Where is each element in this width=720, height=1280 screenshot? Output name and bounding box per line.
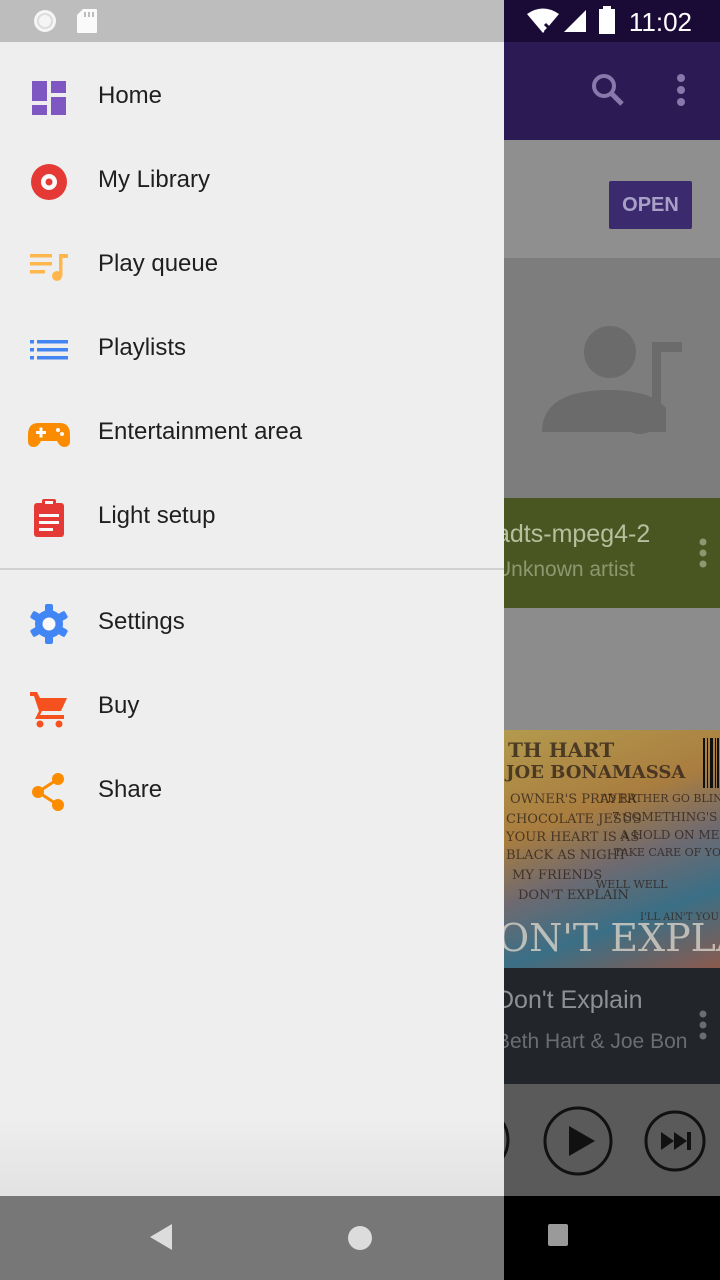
share-icon xyxy=(32,773,64,811)
play-button[interactable] xyxy=(543,1106,613,1176)
sd-card-icon xyxy=(77,9,97,33)
sync-notification-icon xyxy=(34,10,56,32)
skip-next-button[interactable] xyxy=(644,1110,706,1172)
navigation-drawer: Home My Library Play queue Playlists Ent… xyxy=(0,42,504,1196)
battery-icon xyxy=(599,6,615,34)
vinyl-record-icon xyxy=(31,164,67,200)
drawer-item-label: Settings xyxy=(98,608,185,635)
drawer-item-label: Share xyxy=(98,776,163,803)
drawer-item-play-queue[interactable]: Play queue xyxy=(0,224,504,308)
drawer-item-entertainment-area[interactable]: Entertainment area xyxy=(0,392,504,476)
drawer-item-label: Play queue xyxy=(98,250,219,277)
drawer-item-share[interactable]: Share xyxy=(0,750,504,834)
drawer-item-my-library[interactable]: My Library xyxy=(0,140,504,224)
open-button[interactable]: OPEN xyxy=(609,181,692,229)
drawer-bottom-fade xyxy=(0,1116,504,1196)
cell-signal-icon xyxy=(564,10,586,32)
track-title: adts-mpeg4-2 xyxy=(496,520,651,548)
back-button[interactable] xyxy=(148,1222,174,1252)
drawer-item-label: Playlists xyxy=(98,334,187,361)
drawer-item-label: Light setup xyxy=(98,502,216,529)
artist-music-icon xyxy=(542,326,682,434)
dashboard-icon xyxy=(32,81,66,115)
more-vert-icon[interactable] xyxy=(672,72,690,108)
drawer-divider xyxy=(0,568,504,570)
search-icon[interactable] xyxy=(590,72,626,108)
track-more-icon[interactable] xyxy=(698,1010,708,1040)
drawer-item-playlists[interactable]: Playlists xyxy=(0,308,504,392)
drawer-item-label: Entertainment area xyxy=(98,418,303,445)
drawer-status-scrim xyxy=(0,0,504,42)
album-artwork[interactable]: TH HART JOE BONAMASSA OWNER'S PRAYER I'D… xyxy=(504,730,720,968)
queue-music-icon xyxy=(30,254,68,281)
cart-icon xyxy=(30,692,67,728)
drawer-item-label: My Library xyxy=(98,166,211,193)
drawer-item-settings[interactable]: Settings xyxy=(0,582,504,666)
drawer-item-label: Home xyxy=(98,82,163,109)
drawer-item-home[interactable]: Home xyxy=(0,56,504,140)
drawer-item-buy[interactable]: Buy xyxy=(0,666,504,750)
wifi-icon xyxy=(527,8,559,34)
recents-button[interactable] xyxy=(546,1222,570,1248)
gear-icon xyxy=(30,604,68,644)
track-artist: Unknown artist xyxy=(496,558,635,581)
clipboard-icon xyxy=(34,499,64,537)
track-artist: Beth Hart & Joe Bon xyxy=(496,1030,688,1053)
gamepad-icon xyxy=(28,423,70,447)
drawer-item-light-setup[interactable]: Light setup xyxy=(0,476,504,560)
home-button[interactable] xyxy=(346,1224,374,1252)
status-time: 11:02 xyxy=(628,7,692,37)
track-more-icon[interactable] xyxy=(698,538,708,568)
track-title: Don't Explain xyxy=(496,986,643,1014)
drawer-item-label: Buy xyxy=(98,692,140,719)
system-navigation-bar xyxy=(0,1196,720,1280)
list-icon xyxy=(30,340,68,360)
barcode-graphic xyxy=(703,738,719,788)
nav-bar-scrim xyxy=(0,1196,504,1280)
